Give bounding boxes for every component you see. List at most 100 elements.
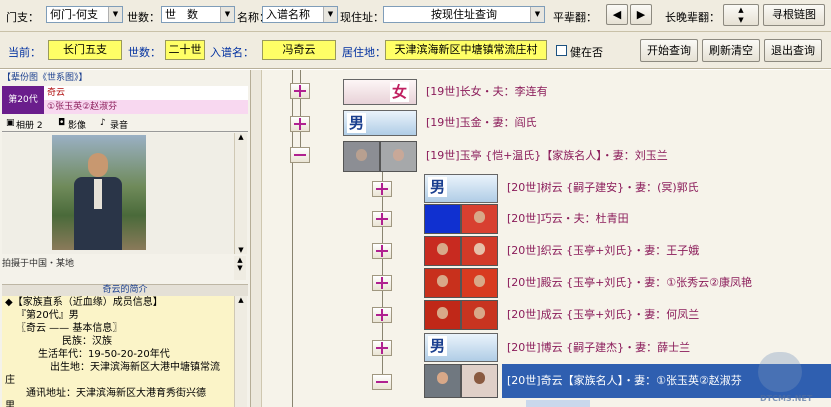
intro-line: 通讯地址：天津滨海新区大港育秀街兴德 bbox=[26, 388, 206, 399]
tree-node-label[interactable]: [20世]成云 {玉亭+刘氏}・妻：何凤兰 bbox=[507, 306, 699, 324]
address-select[interactable]: 按现住址查询 ▼ bbox=[383, 6, 545, 23]
member-photo[interactable] bbox=[424, 268, 461, 298]
address-select-value: 按现住址查询 bbox=[431, 8, 497, 21]
current-generation-field[interactable]: 二十世 bbox=[165, 40, 205, 60]
ancestor-photo[interactable] bbox=[343, 141, 380, 172]
intro-line: 里 bbox=[5, 401, 15, 407]
member-photo[interactable] bbox=[461, 300, 498, 330]
start-query-button[interactable]: 开始查询 bbox=[640, 39, 698, 62]
male-placeholder: 男 bbox=[424, 333, 498, 362]
expand-toggle[interactable] bbox=[372, 211, 392, 227]
expand-toggle[interactable] bbox=[372, 340, 392, 356]
branch-select-value: 何门-何支 bbox=[50, 8, 98, 21]
name-select-value: 入谱名称 bbox=[266, 8, 310, 21]
male-symbol: 男 bbox=[428, 177, 448, 197]
scroll-up-icon[interactable]: ▲ bbox=[235, 296, 247, 304]
generation-select[interactable]: 世 数 ▼ bbox=[161, 6, 235, 23]
member-photo[interactable] bbox=[461, 364, 498, 398]
find-root-chain-button[interactable]: 寻根链图 bbox=[763, 4, 825, 26]
pedigree-name-field[interactable]: 冯奇云 bbox=[262, 40, 336, 60]
collapse-toggle[interactable] bbox=[372, 374, 392, 390]
tree-node-label[interactable]: [19世]玉亭 {恺+温氏}【家族名人】・妻：刘玉兰 bbox=[426, 147, 668, 165]
scroll-down-icon[interactable]: ▼ bbox=[235, 246, 247, 254]
member-photo[interactable] bbox=[461, 236, 498, 266]
intro-title: 奇云的简介 bbox=[2, 284, 248, 296]
residence-label: 居住地： bbox=[342, 46, 386, 59]
current-branch-field[interactable]: 长门五支 bbox=[48, 40, 122, 60]
member-photo[interactable] bbox=[424, 236, 461, 266]
photo-caption: 拍摄于中国・某地 bbox=[2, 259, 75, 269]
tree-node-label[interactable]: [20世]奇云【家族名人】・妻：①张玉英②赵淑芬 bbox=[507, 372, 742, 390]
scroll-up-icon[interactable]: ▲ bbox=[235, 133, 247, 141]
tree-node-label[interactable]: [20世]博云 {嗣子建杰}・妻：薛士兰 bbox=[507, 339, 690, 357]
intro-text: ◆【家族直系（近血缘）成员信息】 『第20代』男 〖奇云 —— 基本信息〗 民族… bbox=[2, 296, 234, 407]
current-label: 当前： bbox=[8, 46, 41, 59]
tree-node-label[interactable]: [19世]长女・夫：李连有 bbox=[426, 83, 548, 101]
intro-line: 『第20代』男 bbox=[16, 310, 79, 321]
male-placeholder: 男 bbox=[424, 174, 498, 203]
tree-node-label[interactable]: [20世]殿云 {玉亭+刘氏}・妻：①张秀云②康凤艳 bbox=[507, 274, 752, 292]
scroll-down-icon[interactable]: ▼ bbox=[234, 264, 246, 272]
peer-prev-button[interactable]: ◀ bbox=[606, 4, 628, 25]
elder-nav-label: 长晚辈翻： bbox=[665, 11, 720, 24]
collapse-toggle[interactable] bbox=[290, 147, 310, 163]
triangle-left-icon: ◀ bbox=[612, 8, 622, 21]
generation-badge: 第20代 bbox=[2, 86, 44, 114]
intro-scrollbar[interactable]: ▲ bbox=[234, 296, 247, 407]
exit-query-button[interactable]: 退出查询 bbox=[764, 39, 822, 62]
photo-shirt bbox=[94, 179, 102, 209]
ancestor-photo[interactable] bbox=[380, 141, 417, 172]
expand-toggle[interactable] bbox=[290, 83, 310, 99]
member-photo[interactable] bbox=[424, 204, 461, 234]
refresh-clear-button[interactable]: 刷新清空 bbox=[702, 39, 760, 62]
caption-scrollbar[interactable]: ▲ ▼ bbox=[234, 256, 246, 280]
pane-splitter[interactable] bbox=[251, 70, 262, 407]
photo-face bbox=[88, 153, 108, 177]
intro-line: 〖奇云 —— 基本信息〗 bbox=[16, 323, 123, 334]
residence-field[interactable]: 天津滨海新区中塘镇常流庄村 bbox=[385, 40, 547, 60]
address-label: 现住址： bbox=[340, 11, 384, 24]
tab-album[interactable]: 相册 2 bbox=[16, 118, 43, 131]
member-photo[interactable] bbox=[424, 364, 461, 398]
media-tabs: ▣ 相册 2 ◘ 影像 ♪ 录音 bbox=[2, 117, 248, 132]
tree-node-label[interactable]: [20世]树云 {嗣子建安}・妻：(冥)郭氏 bbox=[507, 179, 699, 197]
audio-icon: ♪ bbox=[100, 118, 106, 128]
expand-toggle[interactable] bbox=[372, 243, 392, 259]
expand-toggle[interactable] bbox=[372, 181, 392, 197]
member-photo[interactable] bbox=[461, 268, 498, 298]
spin-up-icon[interactable]: ▲ bbox=[724, 5, 758, 15]
watermark-circle bbox=[758, 352, 802, 392]
tree-node-label[interactable]: [20世]巧云・夫：杜青田 bbox=[507, 210, 629, 228]
generation-label: 世数： bbox=[127, 11, 160, 24]
spin-down-icon[interactable]: ▼ bbox=[724, 15, 758, 25]
tree-node-label[interactable]: [20世]织云 {玉亭+刘氏}・妻：王子娥 bbox=[507, 242, 699, 260]
elder-spinner[interactable]: ▲ ▼ bbox=[723, 4, 759, 26]
name-select[interactable]: 入谱名称 ▼ bbox=[262, 6, 338, 23]
peer-next-button[interactable]: ▶ bbox=[630, 4, 652, 25]
member-photo[interactable] bbox=[461, 204, 498, 234]
tab-audio[interactable]: 录音 bbox=[110, 118, 128, 131]
chevron-down-icon: ▼ bbox=[323, 7, 337, 22]
pedigree-name-label: 入谱名： bbox=[210, 46, 254, 59]
expand-toggle[interactable] bbox=[290, 116, 310, 132]
branch-select[interactable]: 何门-何支 ▼ bbox=[46, 6, 123, 23]
chevron-down-icon: ▼ bbox=[530, 7, 544, 22]
current-person-toolbar: 当前： 长门五支 世数： 二十世 入谱名： 冯奇云 居住地： 天津滨海新区中塘镇… bbox=[0, 32, 831, 69]
chevron-down-icon: ▼ bbox=[220, 7, 234, 22]
camera-icon: ▣ bbox=[6, 118, 15, 128]
triangle-right-icon: ▶ bbox=[636, 8, 646, 21]
tree-node-label[interactable]: [19世]玉金・妻：阎氏 bbox=[426, 114, 537, 132]
alive-checkbox[interactable] bbox=[556, 45, 567, 56]
family-tree-view: 女 [19世]长女・夫：李连有 男 [19世]玉金・妻：阎氏 [19世]玉亭 {… bbox=[262, 70, 831, 407]
male-placeholder: 男 bbox=[343, 110, 417, 136]
expand-toggle[interactable] bbox=[372, 307, 392, 323]
expand-toggle[interactable] bbox=[372, 275, 392, 291]
tab-video[interactable]: 影像 bbox=[68, 118, 86, 131]
photo-scrollbar[interactable]: ▲ ▼ bbox=[234, 133, 247, 254]
person-spouses: ①张玉英②赵淑芬 bbox=[44, 100, 248, 114]
person-photo[interactable] bbox=[52, 135, 146, 250]
member-photo[interactable] bbox=[424, 300, 461, 330]
next-node-preview bbox=[526, 400, 590, 407]
scroll-up-icon[interactable]: ▲ bbox=[234, 256, 246, 264]
person-name: 奇云 bbox=[44, 86, 248, 100]
